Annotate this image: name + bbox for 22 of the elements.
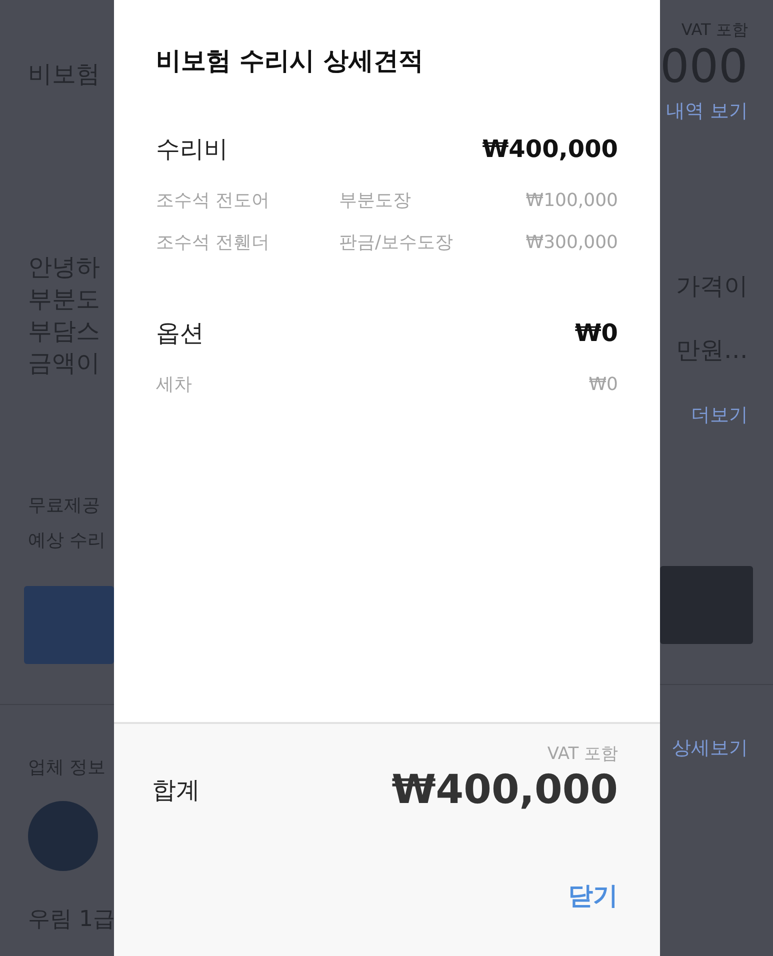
item-price: ₩100,000 <box>526 190 618 210</box>
vat-note: VAT 포함 <box>547 743 618 765</box>
item-part: 조수석 전휀더 <box>156 231 271 254</box>
item-part: 세차 <box>156 373 193 396</box>
section-total: ₩0 <box>574 319 618 347</box>
item-part: 조수석 전도어 <box>156 189 271 212</box>
more-link[interactable]: 더보기 <box>690 402 748 428</box>
item-price: ₩300,000 <box>526 232 618 252</box>
section-label: 옵션 <box>156 318 204 349</box>
section-label: 수리비 <box>156 134 228 165</box>
history-link[interactable]: 내역 보기 <box>666 98 748 124</box>
action-button[interactable] <box>660 566 753 644</box>
item-work: 부분도장 <box>339 189 412 212</box>
detail-link[interactable]: 상세보기 <box>672 735 748 762</box>
item-work: 판금/보수도장 <box>339 231 454 254</box>
total-label: 합계 <box>152 775 200 806</box>
close-button[interactable]: 닫기 <box>568 875 618 916</box>
total-amount: ₩400,000 <box>392 767 618 813</box>
dialog-title: 비보험 수리시 상세견적 <box>156 45 424 77</box>
action-button[interactable] <box>24 586 114 664</box>
item-price: ₩0 <box>588 374 618 394</box>
section-total: ₩400,000 <box>482 135 618 163</box>
